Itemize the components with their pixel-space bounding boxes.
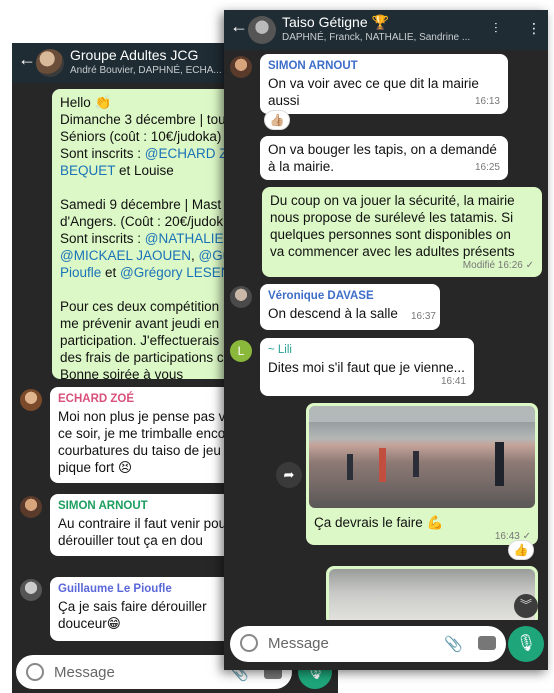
sender-avatar[interactable]: L [230, 340, 252, 362]
message-bubble[interactable]: On va bouger les tapis, on a demandé à l… [260, 136, 508, 180]
photo-caption: Ça devrais le faire 💪 [314, 515, 444, 530]
chat-title[interactable]: Groupe Adultes JCG [70, 47, 198, 63]
message-line: va commencer avec les adultes présents [270, 244, 515, 259]
reaction-badge[interactable]: 👍🏼 [264, 110, 290, 130]
sender-name[interactable]: ~ Lili [268, 343, 466, 358]
chat-header: ← Taiso Gétigne 🏆 DAPHNÉ, Franck, NATHAL… [224, 10, 548, 50]
photo-detail [495, 442, 504, 486]
sender-avatar[interactable] [230, 286, 252, 308]
reaction-badge[interactable]: 👍 [508, 540, 534, 560]
emoji-icon[interactable] [26, 663, 44, 681]
text: et [101, 265, 121, 280]
text: Sont inscrits : [60, 146, 145, 161]
sender-avatar[interactable] [20, 579, 42, 601]
chat-subtitle[interactable]: André Bouvier, DAPHNÉ, ECHA... [70, 65, 222, 76]
chat-subtitle[interactable]: DAPHNÉ, Franck, NATHALIE, Sandrine ... [282, 32, 470, 43]
message-bubble[interactable]: Véronique DAVASE On descend à la salle 16… [260, 284, 440, 330]
message-bubble[interactable] [326, 566, 538, 626]
photo-detail [413, 451, 419, 477]
message-bubble[interactable]: ~ Lili Dites moi s'il faut que je vienne… [260, 338, 474, 396]
message-bubble[interactable]: Ça devrais le faire 💪 16:43 ✓ [306, 403, 538, 545]
message-line: Dites moi s'il faut que je vienne... [268, 360, 465, 375]
emoji-icon[interactable] [240, 634, 258, 652]
back-arrow-icon[interactable]: ← [18, 49, 36, 69]
message-input-bar: Message 📎 🎙 [224, 620, 548, 670]
front-phone-screen: ← Taiso Gétigne 🏆 DAPHNÉ, Franck, NATHAL… [224, 10, 548, 670]
timestamp: 16:25 [474, 162, 500, 173]
camera-icon[interactable] [478, 636, 496, 650]
sender-name[interactable]: SIMON ARNOUT [268, 59, 500, 74]
timestamp: 16:13 [474, 96, 500, 107]
sender-avatar[interactable] [20, 389, 42, 411]
message-line: aussi 16:13 [268, 92, 500, 109]
timestamp: Modifié 16:26 ✓ [462, 260, 534, 271]
more-options-icon[interactable]: ⋮ [527, 20, 541, 37]
group-avatar[interactable] [36, 49, 64, 77]
mention-link[interactable]: @Grégory LESEN [120, 265, 231, 280]
timestamp: 16:43 ✓ [494, 531, 531, 542]
mention-link[interactable]: BEQUET [60, 163, 115, 178]
message-line: On va voir avec ce que dit la mairie [268, 76, 479, 91]
sender-avatar[interactable] [230, 56, 252, 78]
attach-icon[interactable]: 📎 [444, 635, 463, 653]
text: On descend à la salle [268, 306, 398, 321]
text: , [190, 248, 199, 263]
photo-thumbnail[interactable] [329, 569, 535, 625]
mic-icon[interactable]: 🎙 [508, 626, 544, 662]
timestamp: 16:41 [440, 376, 466, 387]
input-placeholder: Message [268, 635, 329, 652]
scroll-down-icon[interactable]: ︾ [514, 594, 538, 618]
photo-detail [347, 454, 353, 480]
photo-detail [379, 448, 386, 482]
photo-detail [309, 406, 535, 422]
text: Sont inscrits : [60, 231, 145, 246]
mention-link[interactable]: @MICKAEL JAOUEN [60, 248, 191, 263]
message-line: nous propose de surélevé les tatamis. Si [270, 210, 514, 225]
message-bubble[interactable]: Du coup on va jouer la sécurité, la mair… [262, 187, 542, 277]
input-placeholder: Message [54, 664, 115, 681]
text: aussi [268, 93, 300, 108]
voice-call-icon[interactable]: ⫶ [494, 20, 498, 37]
sender-name[interactable]: Véronique DAVASE [268, 289, 432, 304]
photo-thumbnail[interactable] [309, 406, 535, 508]
mention-link[interactable]: @NATHALIE [145, 231, 224, 246]
message-input[interactable]: Message 📎 [230, 626, 506, 662]
message-line: On va bouger les tapis, on a demandé [268, 142, 497, 157]
mention-link[interactable]: @ECHARD Z [145, 146, 228, 161]
message-line: Du coup on va jouer la sécurité, la mair… [270, 193, 515, 208]
message-line: à la mairie. 16:25 [268, 158, 500, 175]
sender-avatar[interactable] [20, 496, 42, 518]
message-line: quelques personnes sont disponibles on [270, 227, 511, 242]
group-avatar[interactable] [248, 16, 276, 44]
back-arrow-icon[interactable]: ← [230, 16, 248, 36]
mention-link[interactable]: Pioufle [60, 265, 101, 280]
message-bubble[interactable]: SIMON ARNOUT On va voir avec ce que dit … [260, 54, 508, 114]
timestamp: 16:37 [410, 311, 436, 322]
chat-title[interactable]: Taiso Gétigne 🏆 [282, 14, 389, 31]
text: et Louise [115, 163, 174, 178]
message-line: On descend à la salle 16:37 [268, 305, 436, 322]
forward-icon[interactable]: ➦ [276, 462, 302, 488]
text: à la mairie. [268, 159, 335, 174]
